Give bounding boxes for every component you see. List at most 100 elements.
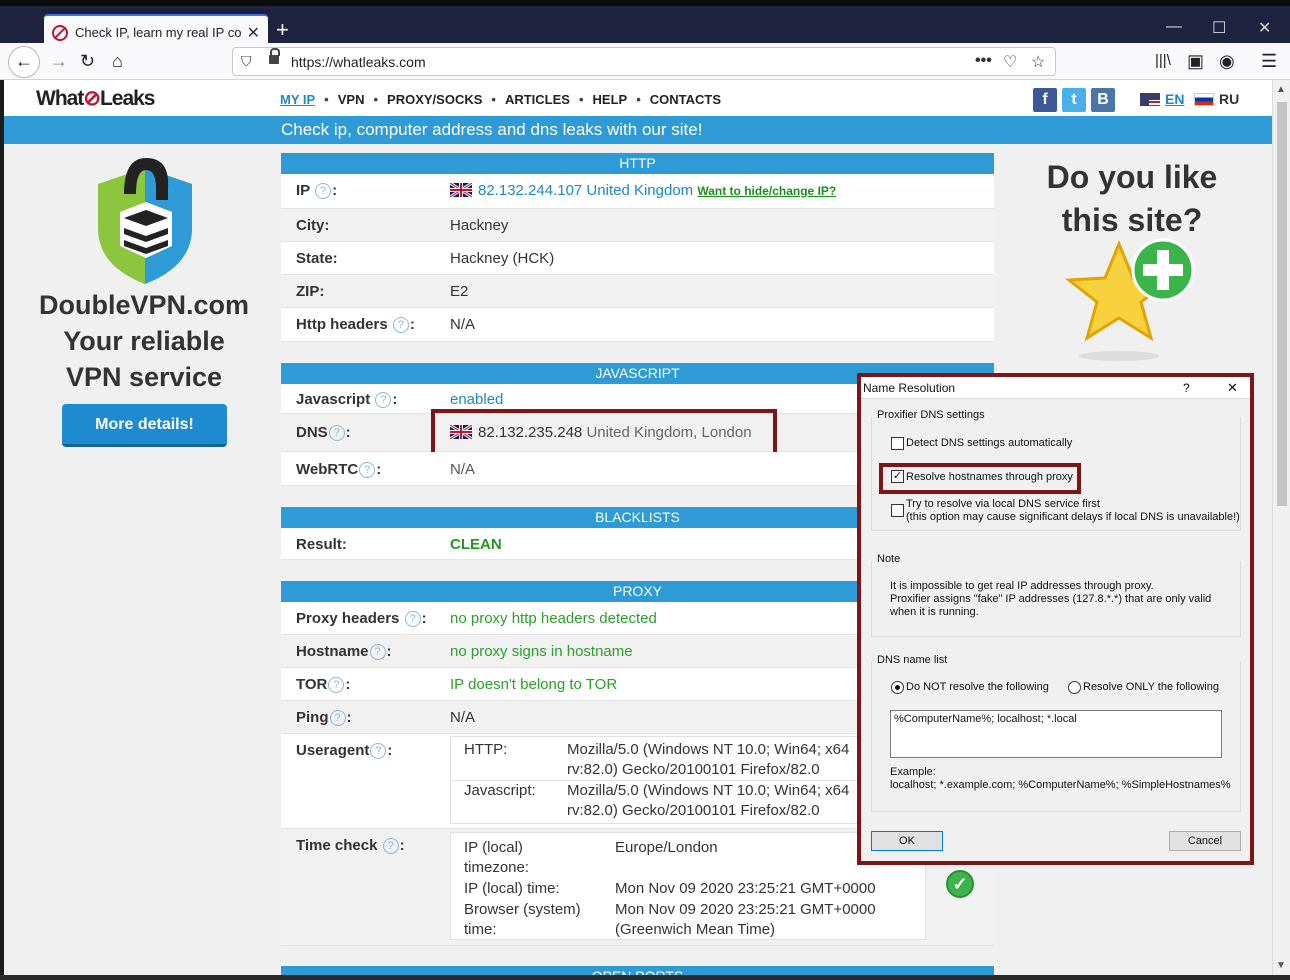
zip-value: E2: [450, 283, 469, 300]
pocket-icon[interactable]: ♡: [1003, 52, 1017, 72]
menu-item-help[interactable]: HELP: [593, 92, 628, 107]
scroll-down-arrow-icon[interactable]: ▼: [1276, 960, 1286, 971]
sidebar-icon[interactable]: ▣: [1187, 49, 1204, 73]
ip-address-text: 82.132.244.107 United Kingdom: [478, 182, 694, 199]
vk-icon[interactable]: B: [1091, 88, 1115, 112]
browser-toolbar: ← → ↻ ⌂ ⛉ https://whatleaks.com ••• ♡ ☆ …: [0, 43, 1290, 80]
resolve-only-label: Resolve ONLY the following: [1083, 681, 1219, 693]
help-icon[interactable]: ?: [370, 743, 387, 759]
state-label: State:: [296, 250, 338, 267]
help-icon[interactable]: ?: [382, 838, 399, 854]
help-icon[interactable]: ?: [369, 644, 386, 660]
whatleaks-logo[interactable]: What⊘Leaks: [36, 86, 155, 111]
library-icon[interactable]: |||\: [1155, 49, 1171, 73]
browser-titlebar: Check IP, learn my real IP comp ✕ + — ☐ …: [0, 0, 1290, 49]
menu-item-proxy-socks[interactable]: PROXY/SOCKS: [387, 92, 482, 107]
time-check-label: Time check ?:: [296, 837, 405, 854]
dns-label-text: DNS: [296, 424, 328, 441]
more-details-button[interactable]: More details!: [62, 404, 227, 447]
menu-item-articles[interactable]: ARTICLES: [505, 92, 570, 107]
time-check-label-text: Time check: [296, 837, 378, 854]
reload-button[interactable]: ↻: [80, 49, 95, 73]
ru-flag-icon: [1194, 93, 1214, 106]
city-label: City:: [296, 217, 330, 234]
help-icon[interactable]: ?: [328, 425, 345, 441]
cancel-button[interactable]: Cancel: [1169, 831, 1241, 851]
resolve-only-radio[interactable]: [1068, 681, 1081, 694]
lang-ru-link[interactable]: RU: [1194, 91, 1239, 107]
help-icon[interactable]: ?: [375, 392, 392, 408]
close-tab-icon[interactable]: ✕: [247, 23, 260, 43]
maximize-window-button[interactable]: ☐: [1212, 18, 1226, 38]
open-ports-section-header: OPEN PORTS: [281, 966, 994, 975]
example-value: localhost; *.example.com; %ComputerName%…: [890, 779, 1231, 791]
note-line1: It is impossible to get real IP addresse…: [890, 580, 1154, 592]
close-window-button[interactable]: ✕: [1258, 18, 1271, 38]
ua-js-value-line2: rv:82.0) Gecko/20100101 Firefox/82.0: [567, 802, 820, 819]
help-icon[interactable]: ?: [328, 677, 345, 693]
scrollbar-thumb[interactable]: [1277, 102, 1287, 506]
scroll-up-arrow-icon[interactable]: ▲: [1276, 84, 1286, 95]
page-scrollbar[interactable]: ▲ ▼: [1272, 80, 1290, 975]
resolve-through-proxy-checkbox[interactable]: ✓: [891, 470, 904, 483]
menu-separator: •: [324, 92, 329, 107]
ua-http-value-line1: Mozilla/5.0 (Windows NT 10.0; Win64; x64: [567, 741, 850, 758]
url-text: https://whatleaks.com: [291, 54, 426, 70]
dialog-help-button[interactable]: ?: [1183, 381, 1190, 395]
tab-title: Check IP, learn my real IP comp: [75, 25, 241, 40]
dialog-titlebar: Name Resolution ? ✕: [861, 377, 1250, 399]
hide-change-ip-link[interactable]: Want to hide/change IP?: [697, 184, 836, 198]
logo-text-what: What: [36, 87, 84, 110]
forward-button[interactable]: →: [50, 49, 68, 73]
lock-icon[interactable]: [269, 48, 280, 65]
detect-dns-checkbox[interactable]: [891, 437, 904, 450]
dns-name-list-input[interactable]: %ComputerName%; localhost; *.local: [890, 710, 1222, 758]
facebook-icon[interactable]: f: [1033, 88, 1057, 112]
doublevpn-lock-logo-icon[interactable]: [90, 154, 200, 286]
time-check-table: IP (local) timezone: Europe/London IP (l…: [450, 832, 926, 940]
browser-time-key-line2: time:: [464, 921, 497, 938]
ip-row: IP ?: 82.132.244.107 United Kingdom Want…: [281, 174, 994, 209]
zip-label: ZIP:: [296, 283, 325, 300]
javascript-value: enabled: [450, 391, 504, 408]
twitter-icon[interactable]: t: [1062, 88, 1086, 112]
help-icon[interactable]: ?: [359, 462, 376, 478]
favorite-star-plus-icon[interactable]: [1061, 232, 1201, 362]
do-not-resolve-radio[interactable]: [891, 681, 904, 694]
menu-hamburger-icon[interactable]: ☰: [1261, 49, 1277, 73]
address-bar[interactable]: ⛉ https://whatleaks.com ••• ♡ ☆: [232, 47, 1056, 76]
new-tab-button[interactable]: +: [276, 17, 289, 43]
zip-row: ZIP: E2: [281, 275, 994, 308]
help-icon[interactable]: ?: [392, 317, 409, 333]
browser-time-value-line1: Mon Nov 09 2020 23:25:21 GMT+0000: [615, 901, 876, 918]
menu-item-my-ip[interactable]: MY IP: [280, 92, 315, 107]
ip-label: IP ?:: [296, 182, 338, 199]
account-icon[interactable]: ◉: [1219, 49, 1235, 73]
page-actions-icon[interactable]: •••: [975, 52, 992, 70]
proxy-headers-label: Proxy headers ?:: [296, 610, 427, 627]
like-line1: Do you like: [1046, 159, 1218, 195]
webrtc-value: N/A: [450, 461, 476, 478]
help-icon[interactable]: ?: [315, 183, 332, 199]
tracking-protection-shield-icon[interactable]: ⛉: [241, 53, 252, 70]
help-icon[interactable]: ?: [329, 710, 346, 726]
bookmark-star-icon[interactable]: ☆: [1031, 52, 1045, 72]
webrtc-label: WebRTC?:: [296, 461, 382, 478]
help-icon[interactable]: ?: [404, 611, 421, 627]
menu-item-contacts[interactable]: CONTACTS: [650, 92, 721, 107]
dialog-close-button[interactable]: ✕: [1227, 380, 1238, 396]
ua-js-key: Javascript:: [464, 782, 536, 799]
minimize-window-button[interactable]: —: [1166, 18, 1182, 36]
local-dns-first-checkbox[interactable]: [891, 504, 904, 517]
whatleaks-favicon-icon: [52, 24, 68, 41]
do-not-resolve-label: Do NOT resolve the following: [906, 681, 1049, 693]
tor-value: IP doesn't belong to TOR: [450, 676, 618, 693]
lang-en-link[interactable]: EN: [1140, 91, 1184, 107]
ok-button[interactable]: OK: [871, 831, 943, 851]
state-value: Hackney (HCK): [450, 250, 555, 267]
back-button[interactable]: ←: [8, 46, 40, 78]
dialog-title: Name Resolution: [863, 381, 956, 395]
http-headers-label-text: Http headers: [296, 316, 388, 333]
home-button[interactable]: ⌂: [112, 49, 123, 73]
menu-item-vpn[interactable]: VPN: [338, 92, 365, 107]
